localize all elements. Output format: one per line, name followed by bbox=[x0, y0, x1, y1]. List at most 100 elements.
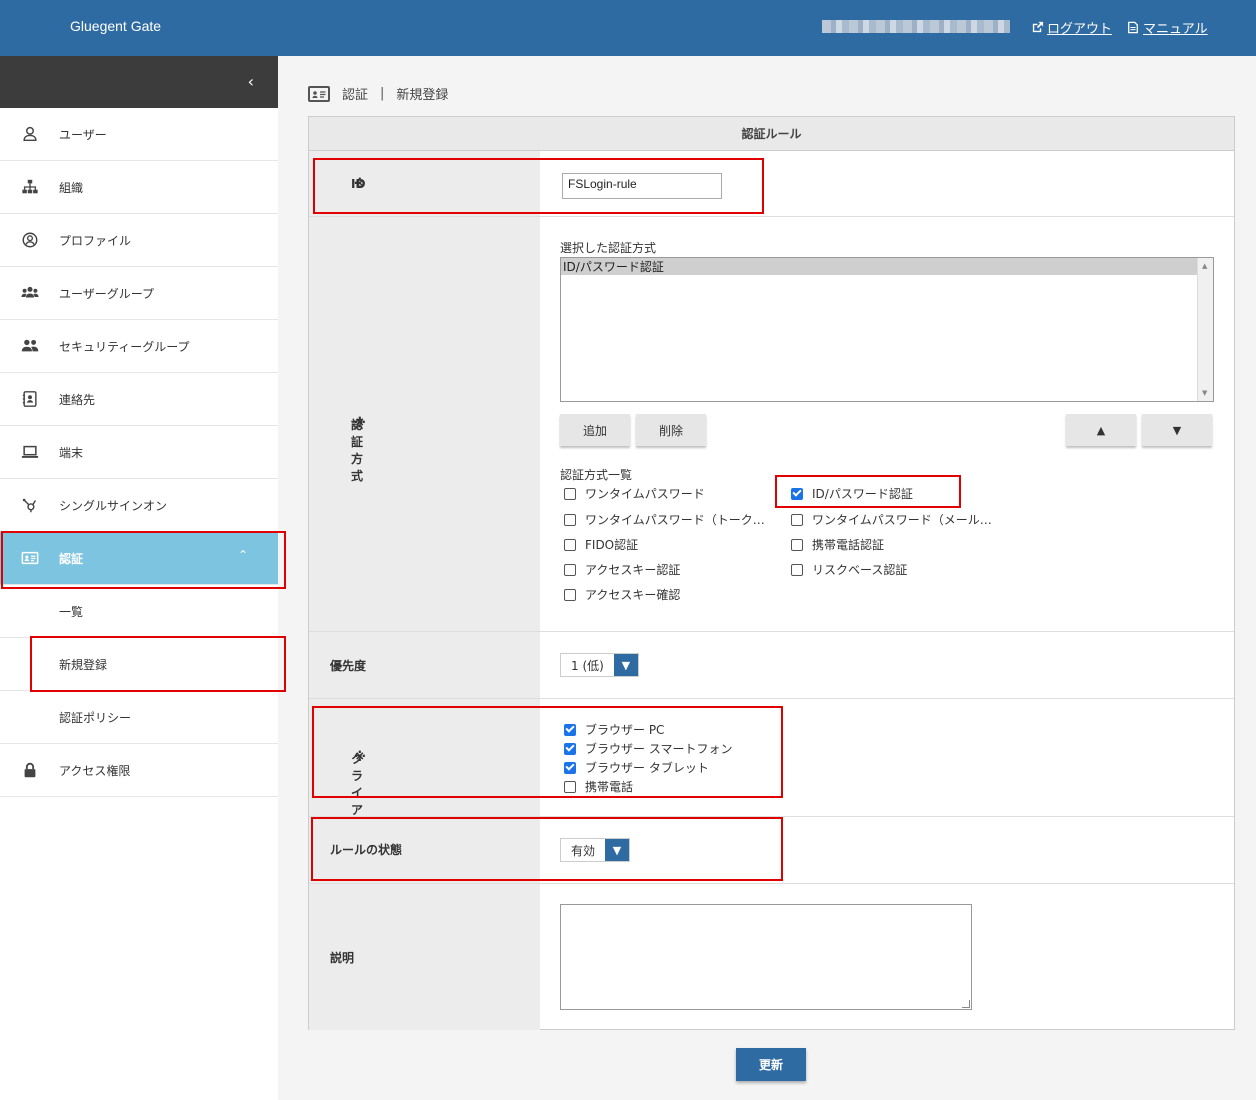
user-icon bbox=[20, 124, 40, 144]
laptop-icon bbox=[20, 442, 40, 462]
move-down-button[interactable]: ▼ bbox=[1142, 414, 1212, 446]
brand-name: Gluegent Gate bbox=[70, 18, 162, 34]
sidebar-item-security-groups[interactable]: セキュリティーグループ bbox=[0, 320, 278, 373]
delete-method-button[interactable]: 削除 bbox=[636, 414, 706, 446]
required-mark: ※ bbox=[354, 750, 366, 764]
dropdown-arrow-icon[interactable]: ▼ bbox=[605, 839, 630, 861]
method-checkbox-access-key-confirm[interactable]: アクセスキー確認 bbox=[564, 586, 680, 603]
checkbox-label: ID/パスワード認証 bbox=[812, 487, 913, 501]
client-checkbox-smartphone[interactable]: ブラウザー スマートフォン bbox=[564, 740, 732, 757]
breadcrumb: 認証 | 新規登録 bbox=[308, 84, 448, 103]
checkbox-label: ブラウザー タブレット bbox=[585, 761, 709, 775]
method-checkbox-risk-based[interactable]: リスクベース認証 bbox=[791, 561, 907, 578]
checkbox[interactable] bbox=[791, 563, 803, 576]
checkbox-label: アクセスキー認証 bbox=[585, 563, 681, 577]
manual-link[interactable]: マニュアル bbox=[1127, 18, 1208, 37]
priority-select[interactable]: 1 (低) ▼ bbox=[560, 653, 639, 677]
org-chart-icon bbox=[20, 177, 40, 197]
sidebar-item-access-rights[interactable]: アクセス権限 bbox=[0, 744, 278, 797]
sidebar-item-label: アクセス権限 bbox=[59, 763, 131, 778]
selected-methods-title: 選択した認証方式 bbox=[560, 241, 657, 255]
method-checkbox-otp[interactable]: ワンタイムパスワード bbox=[564, 485, 705, 502]
breadcrumb-section[interactable]: 認証 bbox=[342, 84, 368, 103]
sidebar-collapse-bar: ‹ bbox=[0, 56, 278, 108]
sidebar-item-authentication[interactable]: 認証 ⌃ bbox=[0, 532, 278, 585]
sso-icon bbox=[20, 495, 40, 515]
document-icon bbox=[1127, 21, 1140, 34]
method-checkbox-access-key[interactable]: アクセスキー認証 bbox=[564, 561, 680, 578]
priority-label: 優先度 bbox=[330, 659, 367, 673]
sidebar-item-contacts[interactable]: 連絡先 bbox=[0, 373, 278, 426]
auth-rule-form: 認証ルール ID ※ FSLogin-rule 認証方式 ※ 選択した認証方式 ID… bbox=[308, 116, 1235, 1030]
rule-status-row: ルールの状態 有効 ▼ bbox=[309, 817, 1234, 884]
checkbox-checked[interactable] bbox=[564, 761, 576, 774]
required-mark: ※ bbox=[354, 177, 366, 191]
sidebar-item-label: 連絡先 bbox=[59, 392, 96, 407]
top-header: Gluegent Gate ログアウト マニュアル bbox=[0, 0, 1256, 56]
sidebar-item-user-groups[interactable]: ユーザーグループ bbox=[0, 267, 278, 320]
sidebar-item-sso[interactable]: シングルサインオン bbox=[0, 479, 278, 532]
method-checkbox-otp-token[interactable]: ワンタイムパスワード（トーク… bbox=[564, 511, 765, 528]
priority-row: 優先度 1 (低) ▼ bbox=[309, 632, 1234, 699]
sidebar-subitem-new[interactable]: 新規登録 bbox=[0, 638, 278, 691]
rule-status-select[interactable]: 有効 ▼ bbox=[560, 838, 631, 862]
client-checkbox-mobile-phone[interactable]: 携帯電話 bbox=[564, 778, 633, 795]
rule-status-label: ルールの状態 bbox=[330, 843, 403, 857]
sidebar-item-devices[interactable]: 端末 bbox=[0, 426, 278, 479]
rule-status-value: 有効 bbox=[571, 843, 596, 858]
sidebar-item-label: 認証 bbox=[59, 551, 84, 566]
add-method-button[interactable]: 追加 bbox=[560, 414, 630, 446]
checkbox[interactable] bbox=[564, 487, 576, 500]
dropdown-arrow-icon[interactable]: ▼ bbox=[613, 654, 638, 676]
id-input[interactable]: FSLogin-rule bbox=[562, 173, 722, 199]
checkbox[interactable] bbox=[791, 538, 803, 551]
checkbox-checked[interactable] bbox=[791, 487, 803, 500]
selected-method-item[interactable]: ID/パスワード認証 bbox=[561, 258, 1197, 275]
scroll-down-arrow-icon[interactable]: ▼ bbox=[1202, 389, 1207, 397]
method-checkbox-otp-email[interactable]: ワンタイムパスワード（メール… bbox=[791, 511, 992, 528]
update-button[interactable]: 更新 bbox=[736, 1048, 806, 1081]
sidebar-subitem-list[interactable]: 一覧 bbox=[0, 585, 278, 638]
checkbox[interactable] bbox=[564, 588, 576, 601]
checkbox[interactable] bbox=[791, 513, 803, 526]
sidebar-item-label: プロファイル bbox=[59, 233, 132, 248]
description-textarea[interactable] bbox=[560, 904, 972, 1010]
sidebar-item-profile[interactable]: プロファイル bbox=[0, 214, 278, 267]
method-checkbox-id-password[interactable]: ID/パスワード認証 bbox=[791, 485, 913, 502]
checkbox-label: ワンタイムパスワード（メール… bbox=[812, 513, 992, 527]
client-checkbox-pc[interactable]: ブラウザー PC bbox=[564, 721, 664, 738]
contact-book-icon bbox=[20, 389, 40, 409]
sidebar-item-users[interactable]: ユーザー bbox=[0, 108, 278, 161]
listbox-scrollbar[interactable]: ▲ ▼ bbox=[1197, 258, 1213, 401]
checkbox-checked[interactable] bbox=[564, 723, 576, 736]
checkbox-label: ブラウザー スマートフォン bbox=[585, 742, 733, 756]
checkbox-checked[interactable] bbox=[564, 742, 576, 755]
method-checkbox-mobile[interactable]: 携帯電話認証 bbox=[791, 536, 884, 553]
lock-icon bbox=[20, 760, 40, 780]
selected-methods-listbox[interactable]: ID/パスワード認証 ▲ ▼ bbox=[560, 257, 1214, 402]
checkbox[interactable] bbox=[564, 563, 576, 576]
checkbox-label: 携帯電話 bbox=[585, 780, 634, 794]
sidebar-item-organization[interactable]: 組織 bbox=[0, 161, 278, 214]
resize-grip-icon[interactable] bbox=[962, 1000, 970, 1008]
scroll-up-arrow-icon[interactable]: ▲ bbox=[1202, 262, 1207, 270]
security-group-icon bbox=[20, 336, 40, 356]
move-up-button[interactable]: ▲ bbox=[1066, 414, 1136, 446]
sidebar: ‹ ユーザー 組織 プロファイル ユーザーグループ セキュリティーグループ 連絡… bbox=[0, 56, 278, 1100]
chevron-up-icon: ⌃ bbox=[237, 548, 248, 562]
sidebar-item-label: ユーザー bbox=[59, 127, 107, 142]
sidebar-subitem-auth-policy[interactable]: 認証ポリシー bbox=[0, 691, 278, 744]
checkbox[interactable] bbox=[564, 538, 576, 551]
method-checkbox-fido[interactable]: FIDO認証 bbox=[564, 536, 638, 553]
client-checkbox-tablet[interactable]: ブラウザー タブレット bbox=[564, 759, 709, 776]
id-card-icon bbox=[20, 548, 40, 568]
priority-value: 1 (低) bbox=[571, 658, 604, 673]
logout-link[interactable]: ログアウト bbox=[1031, 18, 1112, 37]
checkbox[interactable] bbox=[564, 513, 576, 526]
auth-method-row: 認証方式 ※ 選択した認証方式 ID/パスワード認証 ▲ ▼ 追加 削除 ▲ ▼ … bbox=[309, 217, 1234, 632]
client-label-cell: クライアント※ bbox=[309, 699, 540, 851]
priority-label-cell: 優先度 bbox=[309, 632, 540, 698]
chevron-left-icon[interactable]: ‹ bbox=[248, 72, 254, 91]
blurred-user-info bbox=[822, 20, 1010, 33]
checkbox[interactable] bbox=[564, 780, 576, 793]
